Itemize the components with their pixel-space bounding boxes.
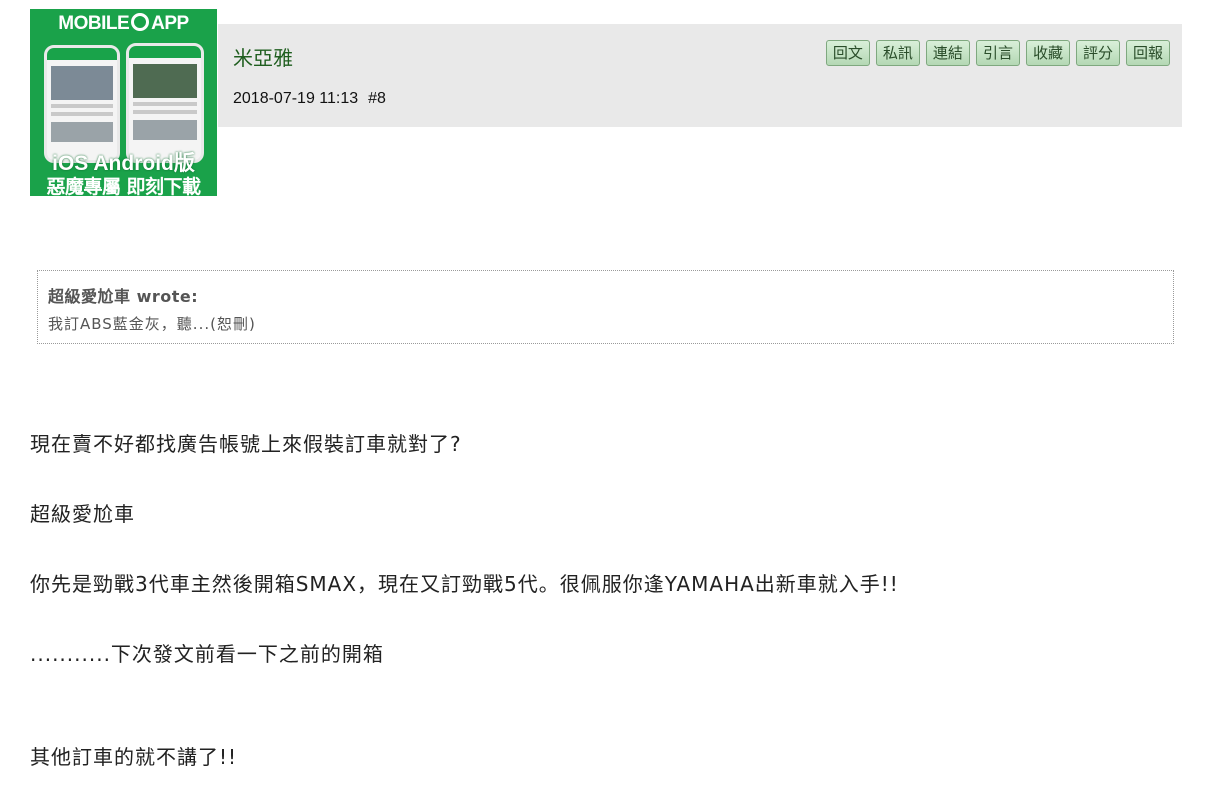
reply-button[interactable]: 回文 xyxy=(825,40,870,66)
post-meta: 2018-07-19 11:13 #8 xyxy=(233,90,386,108)
private-message-button[interactable]: 私訊 xyxy=(875,40,920,66)
report-button[interactable]: 回報 xyxy=(1125,40,1170,66)
post-datetime: 2018-07-19 11:13 xyxy=(233,90,359,107)
banner-cta-label: 惡魔專屬 即刻下載 xyxy=(46,176,201,196)
post-body-line-2: 超級愛尬車 xyxy=(30,502,135,526)
banner-title-left: MOBILE xyxy=(58,13,130,34)
phone-mockup-right xyxy=(126,43,204,163)
banner-title-right: APP xyxy=(151,13,189,34)
quote-text: 我訂ABS藍金灰，聽...(恕刪) xyxy=(48,315,256,333)
banner-title: MOBILE APP xyxy=(30,13,217,35)
rate-button[interactable]: 評分 xyxy=(1075,40,1120,66)
quote-button[interactable]: 引言 xyxy=(975,40,1020,66)
link-button[interactable]: 連結 xyxy=(925,40,970,66)
gear-logo-icon xyxy=(131,13,150,31)
post-header: 米亞雅 2018-07-19 11:13 #8 回文 私訊 連結 引言 收藏 評分… xyxy=(218,24,1182,127)
mobile-app-banner[interactable]: MOBILE APP iOS Android版 惡魔專屬 即刻下載 xyxy=(30,9,217,196)
post-author[interactable]: 米亞雅 xyxy=(233,42,293,71)
post-body-line-3: 你先是勁戰3代車主然後開箱SMAX，現在又訂勁戰5代。很佩服你逢YAMAHA出新… xyxy=(30,572,899,596)
post-body-line-4: ...........下次發文前看一下之前的開箱 xyxy=(30,642,384,666)
post-body-line-1: 現在賣不好都找廣告帳號上來假裝訂車就對了? xyxy=(30,432,462,456)
phone-mockup-left xyxy=(44,45,120,163)
quote-block: 超級愛尬車 wrote: 我訂ABS藍金灰，聽...(恕刪) xyxy=(37,270,1174,344)
quote-author: 超級愛尬車 wrote: xyxy=(48,287,199,306)
post-body-line-5: 其他訂車的就不講了!! xyxy=(30,745,238,769)
post-actions: 回文 私訊 連結 引言 收藏 評分 回報 xyxy=(825,40,1170,66)
bookmark-button[interactable]: 收藏 xyxy=(1025,40,1070,66)
post-floor-number[interactable]: #8 xyxy=(368,90,386,107)
